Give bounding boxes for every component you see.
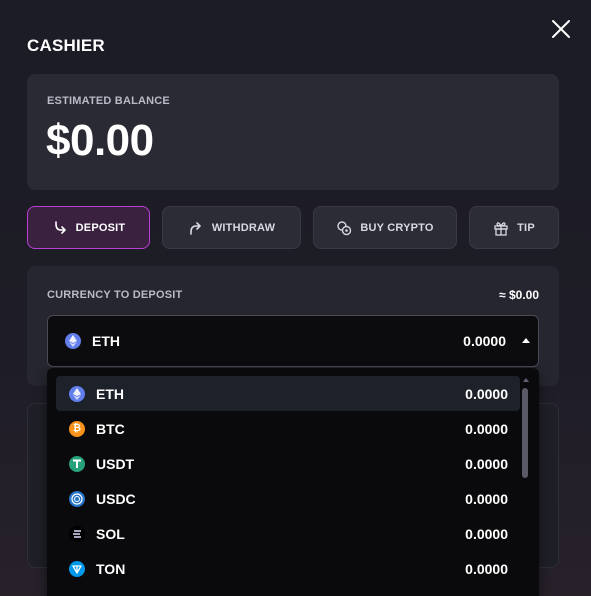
sol-icon [69, 526, 85, 542]
ton-icon [69, 561, 85, 577]
arrow-down-right-icon [52, 220, 68, 236]
balance-label: ESTIMATED BALANCE [47, 95, 170, 107]
currency-select[interactable]: ETH 0.0000 [47, 315, 539, 367]
tab-withdraw[interactable]: WITHDRAW [162, 206, 301, 249]
currency-option-sol[interactable]: SOL 0.0000 [56, 516, 520, 551]
currency-option-usdc[interactable]: USDC 0.0000 [56, 481, 520, 516]
tab-tip[interactable]: TIP [469, 206, 559, 249]
currency-option-symbol: ETH [96, 386, 124, 402]
currency-to-deposit-label: CURRENCY TO DEPOSIT [47, 289, 183, 301]
currency-option-usdt[interactable]: USDT 0.0000 [56, 446, 520, 481]
close-icon [552, 20, 570, 38]
close-button[interactable] [550, 18, 572, 40]
currency-option-ton[interactable]: TON 0.0000 [56, 551, 520, 586]
tab-deposit-label: DEPOSIT [75, 221, 126, 234]
currency-option-amount: 0.0000 [465, 491, 508, 507]
currency-option-amount: 0.0000 [465, 456, 508, 472]
currency-option-btc[interactable]: ₿ BTC 0.0000 [56, 411, 520, 446]
deposit-usd-value: ≈ $0.00 [499, 288, 539, 302]
currency-option-symbol: BTC [96, 421, 125, 437]
caret-up-icon [522, 338, 530, 343]
tab-deposit[interactable]: DEPOSIT [27, 206, 150, 249]
page-title: CASHIER [27, 36, 105, 55]
eth-icon [65, 333, 81, 349]
tab-withdraw-label: WITHDRAW [211, 221, 276, 234]
selected-currency-symbol: ETH [92, 333, 120, 349]
balance-value: $0.00 [46, 116, 154, 165]
selected-currency-amount: 0.0000 [463, 333, 506, 349]
usdt-icon [69, 456, 85, 472]
currency-option-amount: 0.0000 [465, 386, 508, 402]
currency-option-symbol: SOL [96, 526, 125, 542]
dropdown-scrollbar[interactable] [522, 376, 529, 596]
currency-option-symbol: USDC [96, 491, 136, 507]
currency-option-symbol: USDT [96, 456, 135, 472]
currency-option-eth[interactable]: ETH 0.0000 [56, 376, 520, 411]
gift-icon [493, 220, 509, 236]
tab-tip-label: TIP [517, 221, 535, 234]
balance-card: ESTIMATED BALANCE $0.00 [27, 74, 559, 190]
eth-icon [69, 386, 85, 402]
currency-option-symbol: TON [96, 561, 126, 577]
arrow-up-right-icon [188, 220, 204, 236]
currency-dropdown: ETH 0.0000 ₿ BTC 0.0000 USDT 0.0000 USDC… [47, 368, 539, 596]
tab-buy-crypto[interactable]: BUY CRYPTO [313, 206, 457, 249]
scroll-thumb[interactable] [522, 388, 528, 478]
tab-buy-crypto-label: BUY CRYPTO [360, 221, 434, 234]
btc-icon: ₿ [69, 421, 85, 437]
currency-option-amount: 0.0000 [465, 561, 508, 577]
scroll-up-icon[interactable] [523, 378, 529, 382]
currency-option-amount: 0.0000 [465, 526, 508, 542]
usdc-icon [69, 491, 85, 507]
currency-option-amount: 0.0000 [465, 421, 508, 437]
coins-icon [336, 220, 352, 236]
